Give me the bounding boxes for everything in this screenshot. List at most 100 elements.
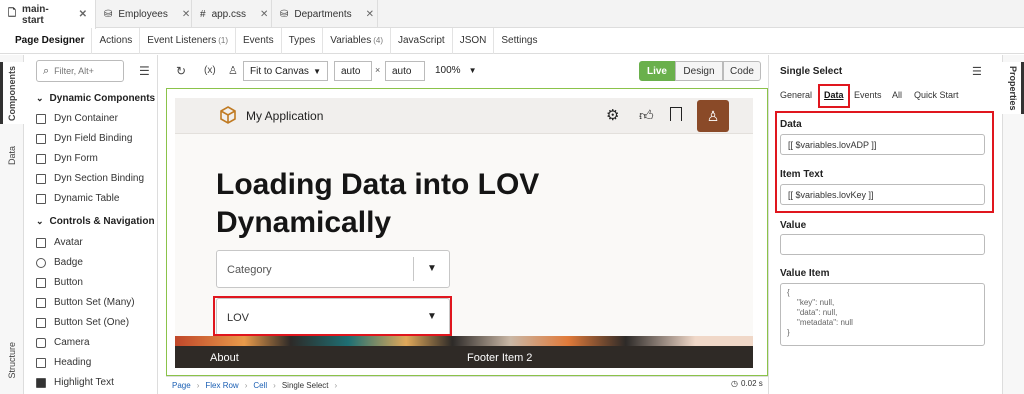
value-field[interactable] (780, 234, 985, 255)
value-item-editor[interactable]: { "key": null, "data": null, "metadata":… (780, 283, 985, 346)
live-mode-button[interactable]: Live (639, 61, 675, 81)
tab-page-designer[interactable]: Page Designer (8, 27, 93, 54)
component-item[interactable]: Dyn Container (36, 113, 118, 124)
close-icon[interactable]: ✕ (182, 9, 190, 20)
file-tab-bar: 🗋 main-start ✕ ⛁ Employees ✕ # app.css ✕… (0, 0, 1024, 29)
panel-divider (768, 55, 769, 394)
component-label: Button (54, 277, 83, 288)
fit-to-canvas-select[interactable]: Fit to Canvas ▼ (243, 61, 328, 81)
tab-types[interactable]: Types (282, 27, 324, 54)
footer-link-about[interactable]: About (210, 352, 239, 364)
data-field[interactable]: [[ $variables.lovADP ]] (780, 134, 985, 155)
refresh-icon[interactable]: ↻ (176, 64, 186, 78)
prop-tab-general[interactable]: General (780, 90, 812, 100)
json-line: "key": null, (797, 298, 835, 307)
file-icon: 🗋 (8, 8, 17, 19)
tab-actions[interactable]: Actions (92, 27, 141, 54)
variable-icon[interactable]: (x) (204, 65, 216, 76)
breadcrumb-item[interactable]: Flex Row (205, 381, 238, 390)
prop-tab-all[interactable]: All (892, 90, 902, 100)
properties-title: Single Select (780, 66, 843, 77)
zoom-value: 100% (435, 65, 461, 76)
tab-javascript[interactable]: JavaScript (391, 27, 453, 54)
dyn-field-binding-icon (36, 133, 46, 144)
component-item[interactable]: Badge (36, 257, 83, 268)
component-item[interactable]: Highlight Text (36, 377, 114, 388)
component-item[interactable]: Button (36, 277, 83, 288)
button-icon (36, 277, 46, 288)
category-select[interactable]: Category ▼ (216, 250, 450, 288)
bookmark-icon[interactable] (670, 107, 682, 121)
close-icon[interactable]: ✕ (79, 9, 87, 20)
value-item-label: Value Item (780, 268, 830, 279)
prop-tab-quick-start[interactable]: Quick Start (914, 90, 959, 100)
component-item[interactable]: Avatar (36, 237, 83, 248)
dyn-section-binding-icon (36, 173, 46, 184)
design-mode-button[interactable]: Design (675, 61, 723, 81)
breadcrumb-item[interactable]: Cell (253, 381, 267, 390)
rail-tab-data[interactable]: Data (7, 146, 17, 165)
component-item[interactable]: Button Set (Many) (36, 297, 135, 308)
footer-link-item2[interactable]: Footer Item 2 (467, 352, 532, 364)
button-set-one-icon (36, 317, 46, 328)
component-item[interactable]: Dyn Form (36, 153, 98, 164)
tab-label: JavaScript (398, 35, 445, 46)
tab-events[interactable]: Events (236, 27, 282, 54)
category-placeholder: Category (227, 264, 272, 276)
section-controls-navigation[interactable]: ⌄ Controls & Navigation (36, 216, 155, 227)
component-item[interactable]: Dyn Section Binding (36, 173, 144, 184)
hamburger-menu-icon[interactable]: ☰ (972, 65, 982, 78)
data-label: Data (780, 119, 802, 130)
file-tab-app-css[interactable]: # app.css ✕ (192, 0, 272, 28)
component-item[interactable]: Dynamic Table (36, 193, 119, 204)
component-label: Camera (54, 337, 90, 348)
component-item[interactable]: Camera (36, 337, 90, 348)
canvas-height-input[interactable]: auto (385, 61, 425, 81)
data-tab-highlight-box (818, 84, 850, 108)
height-value: auto (392, 65, 412, 77)
item-text-label: Item Text (780, 169, 824, 180)
item-text-field[interactable]: [[ $variables.lovKey ]] (780, 184, 985, 205)
code-mode-button[interactable]: Code (723, 61, 761, 81)
prop-tab-events[interactable]: Events (854, 90, 882, 100)
app-footer: About Footer Item 2 (175, 346, 753, 368)
canvas-width-input[interactable]: auto (334, 61, 372, 81)
rail-tab-properties[interactable]: Properties (1008, 66, 1018, 111)
tab-variables[interactable]: Variables (4) (323, 27, 391, 54)
close-icon[interactable]: ✕ (366, 9, 374, 20)
component-item[interactable]: Dyn Field Binding (36, 133, 132, 144)
dyn-form-icon (36, 153, 46, 164)
component-item[interactable]: Button Set (One) (36, 317, 129, 328)
component-label: Heading (54, 357, 92, 368)
section-dynamic-components[interactable]: ⌄ Dynamic Components (36, 93, 155, 104)
component-search-box[interactable]: ⌕ (36, 60, 124, 82)
avatar[interactable]: ♙ (697, 100, 729, 132)
width-value: auto (341, 65, 361, 77)
tab-json[interactable]: JSON (453, 27, 495, 54)
breadcrumb-item[interactable]: Page (172, 381, 191, 390)
zoom-select[interactable]: 100% ▼ (435, 65, 477, 76)
component-item[interactable]: Heading (36, 357, 91, 368)
highlight-text-icon (36, 377, 46, 388)
page-heading: Loading Data into LOV Dynamically (216, 166, 539, 242)
thumbs-up-icon[interactable]: 👍︎ (639, 107, 654, 124)
search-input[interactable] (54, 66, 115, 76)
tab-event-listeners[interactable]: Event Listeners (1) (140, 27, 236, 54)
close-icon[interactable]: ✕ (260, 9, 268, 20)
settings-icon[interactable]: ⚙ (606, 106, 619, 124)
tab-settings[interactable]: Settings (494, 28, 544, 54)
decorative-band (175, 336, 753, 346)
data-field-value: [[ $variables.lovADP ]] (788, 139, 877, 150)
person-icon[interactable]: ♙ (228, 64, 238, 77)
caret-down-icon: ▼ (427, 263, 437, 274)
file-tab-departments[interactable]: ⛁ Departments ✕ (272, 0, 378, 28)
hamburger-menu-icon[interactable]: ☰ (139, 64, 150, 78)
file-tab-employees[interactable]: ⛁ Employees ✕ (96, 0, 192, 28)
file-tab-main-start[interactable]: 🗋 main-start ✕ (0, 0, 96, 29)
file-tab-label: Employees (118, 8, 168, 20)
item-text-field-value: [[ $variables.lovKey ]] (788, 189, 874, 200)
heading-line: Dynamically (216, 206, 392, 239)
lov-highlight-box (213, 296, 452, 336)
rail-tab-structure[interactable]: Structure (7, 342, 17, 379)
rail-tab-components[interactable]: Components (7, 66, 17, 121)
